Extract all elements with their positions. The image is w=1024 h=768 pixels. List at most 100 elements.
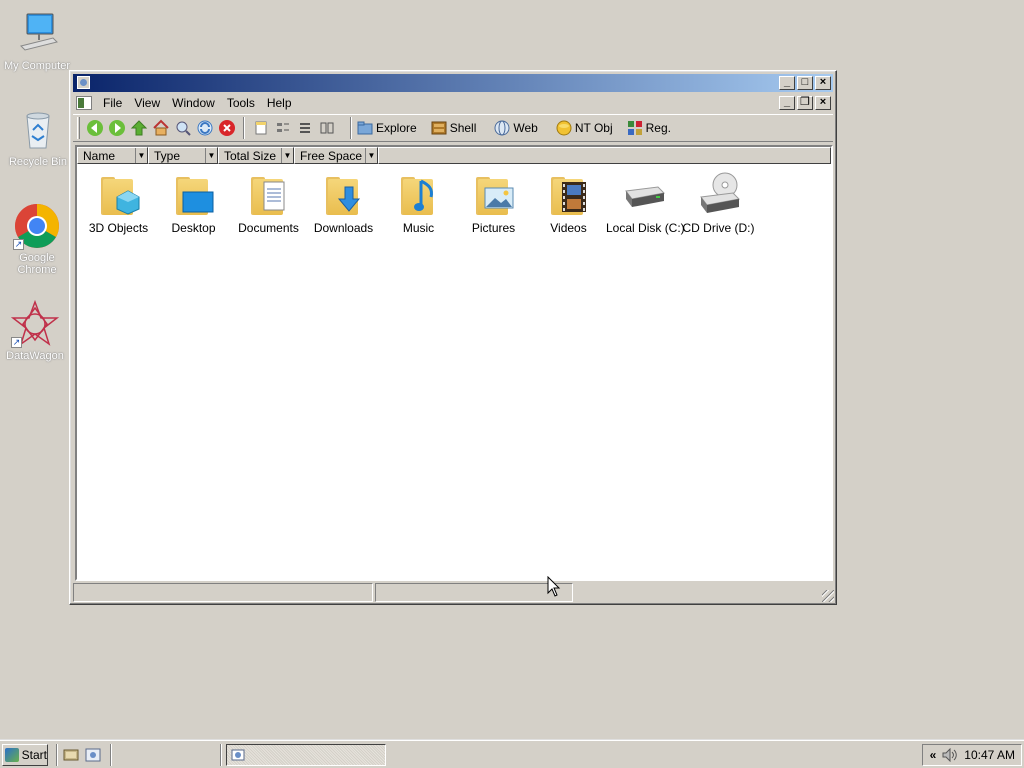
window-app-icon[interactable] bbox=[77, 76, 90, 89]
web-icon bbox=[494, 120, 510, 136]
menu-view[interactable]: View bbox=[128, 95, 166, 111]
new-file-button[interactable] bbox=[250, 117, 272, 139]
show-desktop-icon bbox=[63, 749, 79, 760]
documents-folder-icon bbox=[245, 171, 293, 219]
desktop-icon-my-computer[interactable]: My Computer bbox=[0, 10, 74, 72]
taskbar: Start « 10:47 AM bbox=[0, 740, 1024, 768]
toolbar-grip[interactable] bbox=[77, 117, 80, 139]
explorer-icon bbox=[85, 748, 101, 761]
menu-file[interactable]: File bbox=[97, 95, 128, 111]
large-icons-view-icon bbox=[277, 123, 289, 132]
column-header-label: Total Size bbox=[224, 148, 277, 163]
maximize-button[interactable]: □ bbox=[797, 76, 813, 90]
large-icons-view-button[interactable] bbox=[272, 117, 294, 139]
menu-tools[interactable]: Tools bbox=[221, 95, 261, 111]
list-item[interactable]: Documents bbox=[231, 171, 306, 235]
home-icon bbox=[153, 119, 169, 136]
web-label: Web bbox=[513, 121, 538, 135]
quicklaunch-desktop[interactable] bbox=[62, 746, 80, 764]
refresh-button[interactable] bbox=[194, 117, 216, 139]
shortcut-arrow-icon: ↗ bbox=[11, 337, 22, 348]
column-header-type[interactable]: Type ▼ bbox=[148, 147, 218, 164]
search-icon bbox=[176, 121, 191, 136]
child-minimize-button[interactable]: _ bbox=[779, 96, 795, 110]
desktop-icon-label: Recycle Bin bbox=[8, 156, 68, 168]
nt-object-icon bbox=[556, 120, 572, 136]
up-arrow-icon bbox=[130, 120, 148, 136]
list-view-button[interactable] bbox=[294, 117, 316, 139]
desktop-icon-google-chrome[interactable]: ↗ Google Chrome bbox=[0, 202, 74, 276]
quicklaunch-explorer[interactable] bbox=[84, 746, 102, 764]
list-item[interactable]: CD Drive (D:) bbox=[681, 171, 756, 235]
desktop-icon-datawagon[interactable]: ↗ DataWagon bbox=[0, 299, 72, 362]
music-folder-icon bbox=[395, 171, 443, 219]
start-button[interactable]: Start bbox=[2, 743, 48, 766]
web-button[interactable]: Web bbox=[494, 117, 538, 139]
list-item[interactable]: Pictures bbox=[456, 171, 531, 235]
details-view-button[interactable] bbox=[316, 117, 338, 139]
system-tray: « 10:47 AM bbox=[922, 744, 1022, 766]
forward-button[interactable] bbox=[106, 117, 128, 139]
speaker-icon[interactable] bbox=[942, 748, 958, 762]
status-panel-middle bbox=[375, 583, 573, 602]
child-restore-button[interactable]: ❐ bbox=[797, 96, 813, 110]
menu-window[interactable]: Window bbox=[166, 95, 221, 111]
item-label: CD Drive (D:) bbox=[682, 221, 755, 235]
chevron-down-icon[interactable]: ▼ bbox=[135, 148, 147, 163]
column-header-free-space[interactable]: Free Space ▼ bbox=[294, 147, 378, 164]
pictures-folder-icon bbox=[470, 171, 518, 219]
child-close-button[interactable]: × bbox=[815, 96, 831, 110]
chevron-down-icon[interactable]: ▼ bbox=[205, 148, 217, 163]
list-item[interactable]: Videos bbox=[531, 171, 606, 235]
explore-button[interactable]: Explore bbox=[357, 117, 417, 139]
downloads-folder-icon bbox=[320, 171, 368, 219]
desktop-icon-label: Google Chrome bbox=[17, 252, 57, 276]
recycle-bin-icon bbox=[14, 106, 62, 154]
menu-bar: File View Window Tools Help _ ❐ × bbox=[73, 94, 833, 112]
list-item[interactable]: 3D Objects bbox=[81, 171, 156, 235]
back-button[interactable] bbox=[84, 117, 106, 139]
desktop-icon-recycle-bin[interactable]: Recycle Bin bbox=[1, 106, 75, 168]
search-button[interactable] bbox=[172, 117, 194, 139]
column-header-total-size[interactable]: Total Size ▼ bbox=[218, 147, 294, 164]
toolbar-separator bbox=[350, 117, 352, 139]
item-label: Videos bbox=[550, 221, 587, 235]
nt-obj-label: NT Obj bbox=[574, 121, 613, 135]
nt-obj-button[interactable]: NT Obj bbox=[556, 117, 613, 139]
item-label: 3D Objects bbox=[88, 221, 149, 235]
list-item[interactable]: Downloads bbox=[306, 171, 381, 235]
stop-button[interactable] bbox=[216, 117, 238, 139]
cd-drive-icon bbox=[695, 171, 743, 219]
shell-icon bbox=[431, 121, 447, 135]
list-item[interactable]: Local Disk (C:) bbox=[606, 171, 685, 235]
up-button[interactable] bbox=[128, 117, 150, 139]
home-button[interactable] bbox=[150, 117, 172, 139]
taskbar-window-button[interactable] bbox=[226, 743, 386, 766]
chevron-down-icon[interactable]: ▼ bbox=[281, 148, 293, 163]
item-label: Documents bbox=[238, 221, 299, 235]
menu-help[interactable]: Help bbox=[261, 95, 298, 111]
list-item[interactable]: Music bbox=[381, 171, 456, 235]
taskbar-separator bbox=[56, 743, 58, 766]
title-bar[interactable]: _ □ × bbox=[73, 74, 833, 92]
resize-grip[interactable] bbox=[822, 590, 834, 602]
close-button[interactable]: × bbox=[815, 76, 831, 90]
clock[interactable]: 10:47 AM bbox=[964, 748, 1015, 762]
item-label: Pictures bbox=[471, 221, 516, 235]
registry-button[interactable]: Reg. bbox=[627, 117, 671, 139]
column-header-name[interactable]: Name ▼ bbox=[77, 147, 148, 164]
explore-label: Explore bbox=[376, 121, 417, 135]
child-window-icon[interactable] bbox=[76, 96, 92, 110]
list-item[interactable]: Desktop bbox=[156, 171, 231, 235]
videos-folder-icon bbox=[545, 171, 593, 219]
chevron-down-icon[interactable]: ▼ bbox=[365, 148, 377, 163]
desktop-icon-label: My Computer bbox=[3, 60, 71, 72]
minimize-button[interactable]: _ bbox=[779, 76, 795, 90]
file-items: 3D Objects Desktop Documents Downloads M… bbox=[81, 171, 831, 235]
registry-label: Reg. bbox=[645, 121, 671, 135]
file-list-pane[interactable]: Name ▼ Type ▼ Total Size ▼ Free Space ▼ bbox=[75, 145, 833, 581]
shell-button[interactable]: Shell bbox=[431, 117, 476, 139]
chevron-left-icon[interactable]: « bbox=[930, 748, 937, 762]
hard-disk-icon bbox=[620, 171, 668, 219]
column-header-label: Type bbox=[154, 148, 181, 163]
